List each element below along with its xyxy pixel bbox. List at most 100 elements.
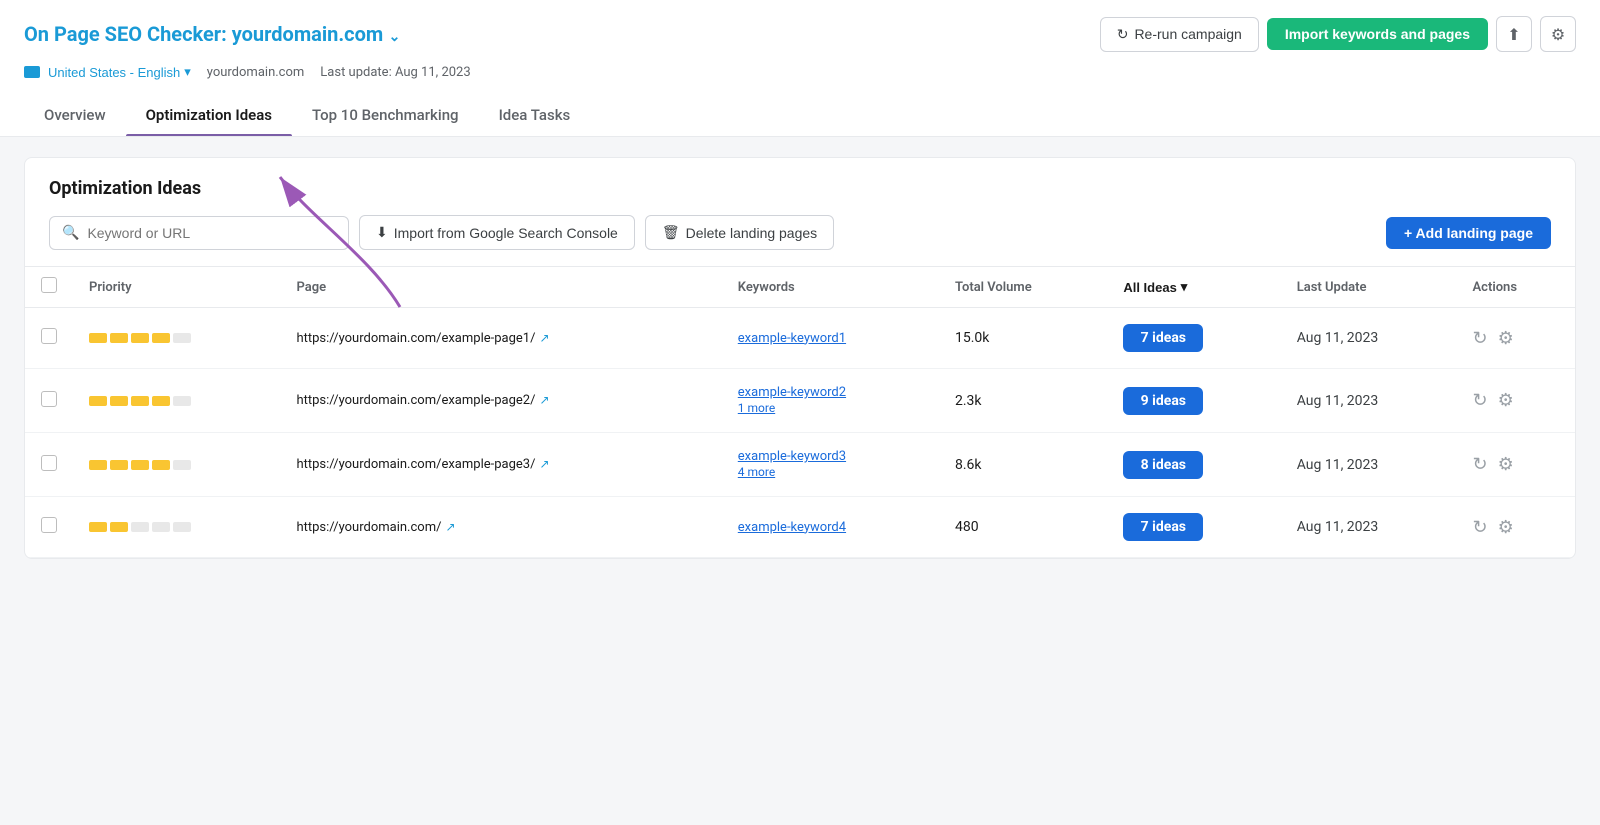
domain-chevron-icon[interactable]: ⌄: [385, 29, 400, 45]
keyword-link[interactable]: example-keyword3: [738, 449, 923, 464]
tab-idea-tasks[interactable]: Idea Tasks: [479, 94, 591, 136]
locale-button[interactable]: United States - English ▾: [24, 64, 191, 80]
priority-bar-filled: [110, 522, 128, 532]
refresh-icon[interactable]: ↻: [1473, 454, 1488, 475]
last-update-label: Last update: Aug 11, 2023: [320, 65, 470, 80]
col-checkbox: [25, 267, 73, 308]
table-row: https://yourdomain.com/example-page1/↗ ex…: [25, 308, 1575, 369]
delete-icon: 🗑: [662, 224, 680, 241]
refresh-icon[interactable]: ↻: [1473, 390, 1488, 411]
volume-cell: 480: [939, 497, 1107, 558]
keyword-link[interactable]: example-keyword1: [738, 331, 923, 346]
settings-row-icon[interactable]: ⚙: [1498, 390, 1514, 411]
last-update-cell: Aug 11, 2023: [1281, 369, 1457, 433]
all-ideas-filter-button[interactable]: All Ideas ▾: [1123, 279, 1187, 295]
action-icons: ↻ ⚙: [1473, 517, 1560, 538]
external-link-icon[interactable]: ↗: [539, 393, 549, 407]
priority-bar-filled: [89, 522, 107, 532]
external-link-icon[interactable]: ↗: [539, 457, 549, 471]
add-landing-button[interactable]: + Add landing page: [1386, 217, 1551, 249]
tab-overview[interactable]: Overview: [24, 94, 126, 136]
page-url: https://yourdomain.com/example-page2/↗: [296, 393, 705, 408]
external-link-icon[interactable]: ↗: [539, 331, 549, 345]
card-header: Optimization Ideas 🔍 ⬇ Import from Googl…: [25, 158, 1575, 266]
priority-indicator: [89, 396, 264, 406]
locale-chevron-icon: ▾: [184, 64, 191, 80]
gear-icon: ⚙: [1551, 25, 1565, 44]
external-link-icon[interactable]: ↗: [445, 520, 455, 534]
col-page: Page: [280, 267, 721, 308]
search-icon: 🔍: [62, 225, 79, 241]
priority-bar-empty: [131, 522, 149, 532]
col-volume: Total Volume: [939, 267, 1107, 308]
table-row: https://yourdomain.com/example-page3/↗ex…: [25, 433, 1575, 497]
settings-button[interactable]: ⚙: [1540, 16, 1576, 52]
header-actions: ↻ Re-run campaign Import keywords and pa…: [1100, 16, 1576, 52]
col-actions: Actions: [1457, 267, 1576, 308]
ideas-badge[interactable]: 7 ideas: [1123, 513, 1203, 541]
priority-bar-empty: [173, 333, 191, 343]
share-icon: ⬆: [1507, 25, 1520, 44]
priority-bar-filled: [131, 460, 149, 470]
settings-row-icon[interactable]: ⚙: [1498, 454, 1514, 475]
priority-bar-filled: [152, 333, 170, 343]
toolbar: 🔍 ⬇ Import from Google Search Console 🗑 …: [49, 215, 1551, 266]
refresh-icon[interactable]: ↻: [1473, 328, 1488, 349]
col-keywords: Keywords: [722, 267, 939, 308]
last-update-cell: Aug 11, 2023: [1281, 497, 1457, 558]
search-input[interactable]: [87, 225, 336, 241]
settings-row-icon[interactable]: ⚙: [1498, 517, 1514, 538]
import-icon: ⬇: [376, 224, 388, 241]
priority-bar-filled: [89, 460, 107, 470]
header-top: On Page SEO Checker: yourdomain.com ⌄ ↻ …: [24, 16, 1576, 64]
tab-optimization-ideas[interactable]: Optimization Ideas: [126, 94, 292, 136]
priority-indicator: [89, 460, 264, 470]
page-url: https://yourdomain.com/example-page1/↗: [296, 331, 705, 346]
last-update-cell: Aug 11, 2023: [1281, 433, 1457, 497]
select-all-checkbox[interactable]: [41, 277, 57, 293]
import-gsc-button[interactable]: ⬇ Import from Google Search Console: [359, 215, 635, 250]
page-title: On Page SEO Checker: yourdomain.com ⌄: [24, 22, 400, 46]
search-box[interactable]: 🔍: [49, 216, 349, 250]
col-last-update: Last Update: [1281, 267, 1457, 308]
volume-cell: 15.0k: [939, 308, 1107, 369]
header-sub: United States - English ▾ yourdomain.com…: [24, 64, 1576, 94]
header: On Page SEO Checker: yourdomain.com ⌄ ↻ …: [0, 0, 1600, 137]
more-keywords-link[interactable]: 4 more: [738, 465, 775, 479]
priority-bar-filled: [131, 396, 149, 406]
domain-label: yourdomain.com: [207, 65, 305, 80]
priority-bar-empty: [173, 522, 191, 532]
volume-cell: 8.6k: [939, 433, 1107, 497]
refresh-icon[interactable]: ↻: [1473, 517, 1488, 538]
locale-icon: [24, 66, 40, 78]
tabs: Overview Optimization Ideas Top 10 Bench…: [24, 94, 1576, 136]
ideas-badge[interactable]: 7 ideas: [1123, 324, 1203, 352]
row-checkbox[interactable]: [41, 455, 57, 471]
share-button[interactable]: ⬆: [1496, 16, 1532, 52]
col-ideas[interactable]: All Ideas ▾: [1107, 267, 1280, 308]
card-title: Optimization Ideas: [49, 178, 1551, 199]
locale-label: United States - English: [48, 65, 180, 80]
row-checkbox[interactable]: [41, 391, 57, 407]
row-checkbox[interactable]: [41, 328, 57, 344]
priority-bar-filled: [110, 333, 128, 343]
rerun-button[interactable]: ↻ Re-run campaign: [1100, 17, 1259, 52]
ideas-badge[interactable]: 8 ideas: [1123, 451, 1203, 479]
domain-link[interactable]: yourdomain.com: [232, 22, 383, 46]
results-table: Priority Page Keywords Total Volume All …: [25, 266, 1575, 558]
more-keywords-link[interactable]: 1 more: [738, 401, 775, 415]
action-icons: ↻ ⚙: [1473, 390, 1560, 411]
keyword-link[interactable]: example-keyword2: [738, 385, 923, 400]
row-checkbox[interactable]: [41, 517, 57, 533]
table-row: https://yourdomain.com/↗example-keyword4…: [25, 497, 1575, 558]
ideas-badge[interactable]: 9 ideas: [1123, 387, 1203, 415]
import-keywords-button[interactable]: Import keywords and pages: [1267, 18, 1488, 50]
settings-row-icon[interactable]: ⚙: [1498, 328, 1514, 349]
volume-cell: 2.3k: [939, 369, 1107, 433]
keyword-link[interactable]: example-keyword4: [738, 520, 923, 535]
priority-bar-filled: [152, 460, 170, 470]
priority-bar-filled: [89, 396, 107, 406]
priority-bar-empty: [152, 522, 170, 532]
delete-landing-button[interactable]: 🗑 Delete landing pages: [645, 215, 834, 250]
tab-top10[interactable]: Top 10 Benchmarking: [292, 94, 479, 136]
